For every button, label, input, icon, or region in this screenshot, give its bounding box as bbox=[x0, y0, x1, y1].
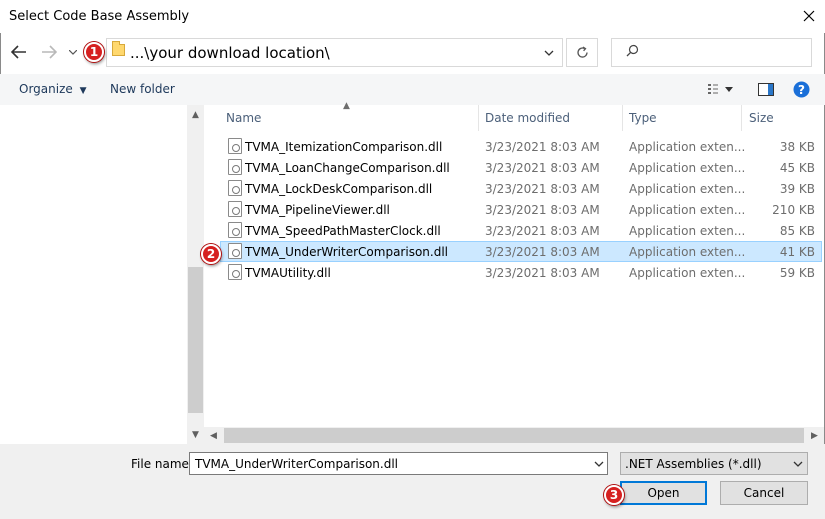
arrow-left-icon bbox=[11, 45, 26, 59]
file-name: TVMA_LockDeskComparison.dll bbox=[245, 182, 433, 196]
file-type: Application exten... bbox=[629, 140, 746, 154]
help-icon: ? bbox=[793, 81, 809, 97]
organize-label: Organize bbox=[19, 82, 73, 96]
file-name-dropdown[interactable] bbox=[590, 453, 607, 474]
dll-file-icon bbox=[228, 180, 242, 196]
column-header-name[interactable]: Name bbox=[226, 111, 261, 137]
file-name: TVMA_LoanChangeComparison.dll bbox=[245, 161, 450, 175]
file-size: 59 KB bbox=[779, 266, 815, 280]
column-header-size[interactable]: Size bbox=[749, 111, 774, 137]
file-date: 3/23/2021 8:03 AM bbox=[485, 245, 600, 259]
chevron-down-icon bbox=[793, 461, 802, 467]
file-type: Application exten... bbox=[629, 245, 746, 259]
scroll-left-arrow[interactable]: ◀ bbox=[206, 429, 221, 443]
refresh-button[interactable] bbox=[566, 38, 598, 67]
search-icon bbox=[626, 44, 639, 61]
file-type-dropdown[interactable] bbox=[789, 453, 806, 474]
back-button[interactable] bbox=[9, 42, 29, 62]
address-dropdown[interactable] bbox=[541, 46, 557, 60]
file-date: 3/23/2021 8:03 AM bbox=[485, 161, 600, 175]
scroll-right-arrow[interactable]: ▶ bbox=[807, 429, 822, 443]
file-type: Application exten... bbox=[629, 266, 746, 280]
file-size: 39 KB bbox=[779, 182, 815, 196]
file-name-value: TVMA_UnderWriterComparison.dll bbox=[195, 457, 398, 471]
file-date: 3/23/2021 8:03 AM bbox=[485, 224, 600, 238]
file-name: TVMA_UnderWriterComparison.dll bbox=[245, 245, 448, 259]
organize-button[interactable]: Organize ▼ bbox=[19, 82, 87, 96]
help-button[interactable]: ? bbox=[792, 80, 810, 98]
arrow-right-icon bbox=[42, 45, 57, 59]
caret-down-icon bbox=[725, 86, 733, 92]
close-icon bbox=[803, 10, 815, 22]
dll-file-icon bbox=[228, 201, 242, 217]
forward-button[interactable] bbox=[39, 42, 59, 62]
file-date: 3/23/2021 8:03 AM bbox=[485, 182, 600, 196]
column-divider[interactable] bbox=[478, 105, 479, 131]
horizontal-scroll-thumb[interactable] bbox=[224, 428, 804, 443]
vertical-scroll-thumb[interactable] bbox=[188, 267, 203, 413]
preview-pane-icon bbox=[758, 82, 774, 96]
new-folder-button[interactable]: New folder bbox=[110, 82, 175, 96]
svg-text:?: ? bbox=[798, 83, 805, 97]
dll-file-icon bbox=[228, 222, 242, 238]
file-name: TVMAUtility.dll bbox=[245, 266, 331, 280]
step-badge-2: 2 bbox=[201, 244, 221, 264]
file-name: TVMA_SpeedPathMasterClock.dll bbox=[245, 224, 441, 238]
scroll-up-arrow[interactable]: ▲ bbox=[188, 108, 203, 122]
address-path: ...\your download location\ bbox=[130, 44, 330, 62]
cancel-button[interactable]: Cancel bbox=[720, 481, 808, 505]
step-badge-3: 3 bbox=[604, 485, 624, 505]
chevron-down-icon bbox=[594, 461, 603, 467]
search-input[interactable] bbox=[611, 38, 812, 67]
view-details-icon bbox=[708, 84, 718, 94]
file-size: 41 KB bbox=[779, 245, 815, 259]
column-divider[interactable] bbox=[741, 105, 742, 131]
file-size: 85 KB bbox=[779, 224, 815, 238]
file-type-value: .NET Assemblies (*.dll) bbox=[625, 457, 762, 471]
scroll-down-arrow[interactable]: ▼ bbox=[188, 428, 203, 442]
open-button[interactable]: Open bbox=[620, 481, 707, 505]
column-header-type[interactable]: Type bbox=[629, 111, 657, 137]
sort-ascending-icon: ▲ bbox=[343, 101, 350, 111]
preview-pane-button[interactable] bbox=[757, 80, 775, 98]
file-type: Application exten... bbox=[629, 224, 746, 238]
chevron-down-icon bbox=[69, 49, 77, 55]
change-view-button[interactable] bbox=[700, 80, 740, 98]
file-name: TVMA_PipelineViewer.dll bbox=[245, 203, 390, 217]
file-type: Application exten... bbox=[629, 161, 746, 175]
recent-locations-button[interactable] bbox=[63, 42, 83, 62]
file-name: TVMA_ItemizationComparison.dll bbox=[245, 140, 443, 154]
window-title: Select Code Base Assembly bbox=[9, 9, 190, 24]
step-badge-1: 1 bbox=[84, 42, 104, 62]
file-date: 3/23/2021 8:03 AM bbox=[485, 140, 600, 154]
column-header-date[interactable]: Date modified bbox=[485, 111, 570, 137]
chevron-down-icon bbox=[544, 50, 554, 56]
dll-file-icon bbox=[228, 243, 242, 259]
navigation-pane[interactable] bbox=[0, 105, 187, 444]
file-size: 210 KB bbox=[772, 203, 815, 217]
close-button[interactable] bbox=[795, 3, 823, 29]
file-type: Application exten... bbox=[629, 182, 746, 196]
file-size: 45 KB bbox=[779, 161, 815, 175]
file-date: 3/23/2021 8:03 AM bbox=[485, 266, 600, 280]
file-size: 38 KB bbox=[779, 140, 815, 154]
refresh-icon bbox=[576, 46, 588, 58]
file-name-label: File name: bbox=[131, 457, 193, 471]
file-type: Application exten... bbox=[629, 203, 746, 217]
file-date: 3/23/2021 8:03 AM bbox=[485, 203, 600, 217]
folder-icon bbox=[112, 41, 125, 56]
dll-file-icon bbox=[228, 159, 242, 175]
column-divider[interactable] bbox=[622, 105, 623, 131]
dll-file-icon bbox=[228, 264, 242, 280]
dll-file-icon bbox=[228, 138, 242, 154]
caret-down-icon: ▼ bbox=[79, 86, 87, 96]
